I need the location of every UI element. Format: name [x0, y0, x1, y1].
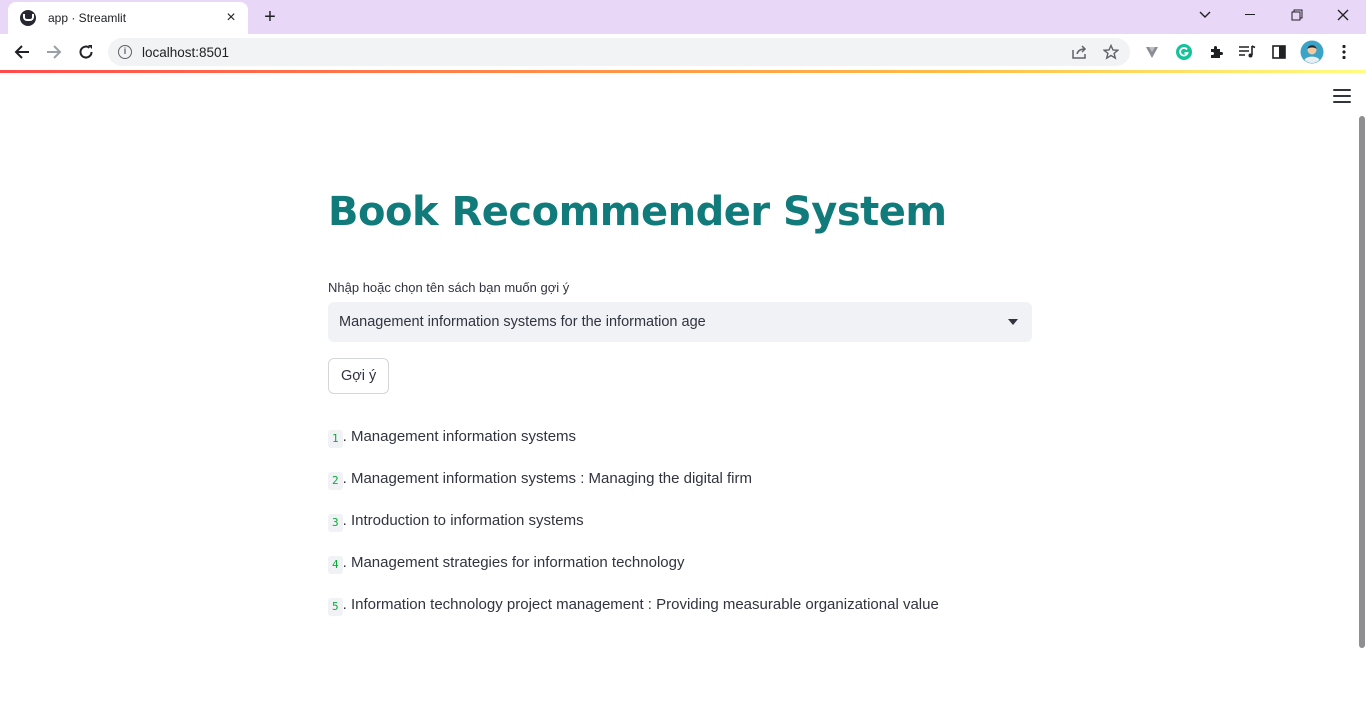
address-bar[interactable]: i localhost:8501	[108, 38, 1130, 66]
list-item: 4 . Management strategies for informatio…	[328, 554, 1032, 596]
select-label: Nhập hoặc chọn tên sách bạn muốn gợi ý	[328, 280, 570, 295]
streamlit-crown-icon	[20, 10, 36, 26]
book-selectbox[interactable]: Management information systems for the i…	[328, 302, 1032, 342]
list-item-title: . Management strategies for information …	[342, 554, 685, 571]
url-text: localhost:8501	[142, 44, 230, 60]
list-item-number: 1	[328, 430, 343, 448]
close-window-icon[interactable]	[1320, 0, 1366, 30]
recommend-button[interactable]: Gợi ý	[328, 358, 390, 394]
list-item-title: . Management information systems	[342, 428, 577, 445]
list-item-title: . Information technology project managem…	[342, 596, 939, 613]
list-item-number: 5	[328, 598, 343, 616]
star-icon[interactable]	[1103, 44, 1119, 60]
list-item-number: 4	[328, 556, 343, 574]
restore-window-icon[interactable]	[1274, 0, 1320, 30]
list-item-title: . Management information systems : Manag…	[342, 470, 752, 487]
tab-search-chevron-icon[interactable]	[1182, 0, 1228, 30]
page-title: Book Recommender System	[328, 189, 947, 235]
list-item: 2 . Management information systems : Man…	[328, 470, 1032, 512]
hamburger-menu-icon[interactable]	[1333, 89, 1351, 103]
page-scrollbar[interactable]	[1359, 116, 1365, 648]
forward-arrow-icon[interactable]	[40, 38, 68, 66]
selected-book-value: Management information systems for the i…	[339, 314, 706, 330]
puzzle-extension-icon[interactable]	[1206, 42, 1226, 62]
list-item: 1 . Management information systems	[328, 428, 1032, 470]
list-item-number: 2	[328, 472, 343, 490]
recommendation-list: 1 . Management information systems 2 . M…	[328, 428, 1032, 638]
browser-toolbar: i localhost:8501	[0, 34, 1366, 70]
back-arrow-icon[interactable]	[8, 38, 36, 66]
kebab-menu-icon[interactable]	[1334, 42, 1354, 62]
site-info-icon[interactable]: i	[118, 45, 132, 59]
list-item-title: . Introduction to information systems	[342, 512, 584, 529]
chevron-down-icon[interactable]	[1008, 319, 1018, 325]
profile-avatar-icon[interactable]	[1300, 40, 1324, 64]
streamlit-decoration-bar	[0, 70, 1366, 73]
reload-icon[interactable]	[72, 38, 100, 66]
minimize-window-icon[interactable]	[1228, 0, 1274, 30]
list-item-number: 3	[328, 514, 343, 532]
grammarly-icon[interactable]	[1174, 42, 1194, 62]
side-panel-icon[interactable]	[1269, 42, 1289, 62]
main-content: Book Recommender System Nhập hoặc chọn t…	[328, 180, 1032, 638]
media-control-icon[interactable]	[1237, 42, 1257, 62]
vee-extension-icon[interactable]	[1142, 42, 1162, 62]
list-item: 3 . Introduction to information systems	[328, 512, 1032, 554]
list-item: 5 . Information technology project manag…	[328, 596, 1032, 638]
share-icon[interactable]	[1071, 44, 1087, 60]
tab-title: app · Streamlit	[48, 11, 127, 25]
new-tab-button[interactable]: +	[259, 6, 281, 28]
tab-strip: app · Streamlit × +	[0, 0, 1366, 34]
close-tab-icon[interactable]: ×	[222, 9, 240, 27]
browser-tab-active[interactable]: app · Streamlit ×	[8, 2, 248, 34]
